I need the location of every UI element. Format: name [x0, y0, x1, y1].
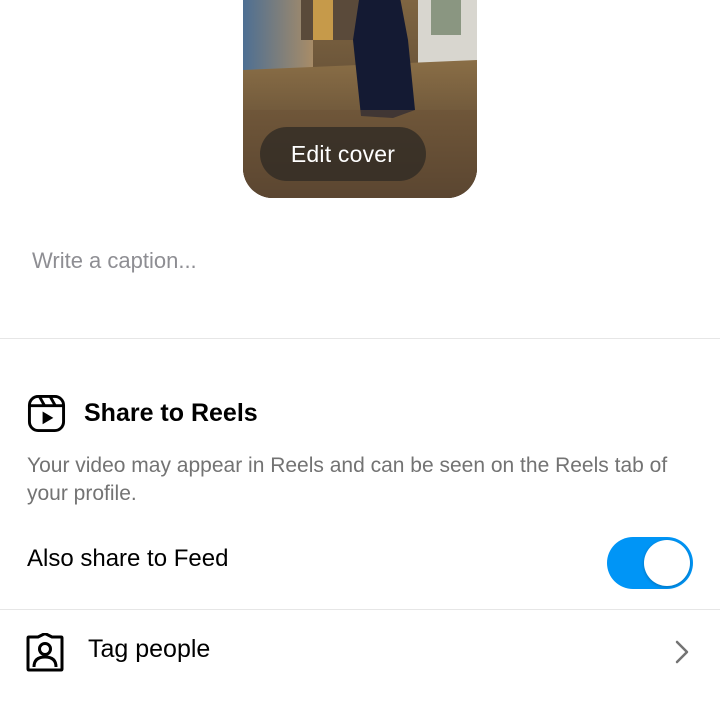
caption-input[interactable] — [32, 241, 692, 281]
tag-people-row[interactable]: Tag people — [0, 612, 720, 692]
chevron-right-icon — [675, 640, 689, 664]
also-share-to-feed-toggle[interactable] — [607, 537, 693, 589]
also-share-to-feed-label: Also share to Feed — [27, 545, 229, 572]
reels-icon — [27, 394, 66, 432]
share-to-reels-title: Share to Reels — [84, 398, 258, 427]
edit-cover-button[interactable]: Edit cover — [260, 127, 426, 181]
toggle-knob — [644, 540, 690, 586]
share-to-reels-description: Your video may appear in Reels and can b… — [27, 454, 668, 505]
share-to-reels-header: Share to Reels — [27, 393, 258, 433]
tag-people-icon — [26, 633, 64, 672]
cover-preview[interactable]: Edit cover — [243, 0, 477, 198]
section-divider — [0, 609, 720, 610]
section-divider — [0, 338, 720, 339]
tag-people-label: Tag people — [88, 635, 211, 663]
new-reel-share-screen: Edit cover Share to Reels Your video may… — [0, 0, 720, 720]
